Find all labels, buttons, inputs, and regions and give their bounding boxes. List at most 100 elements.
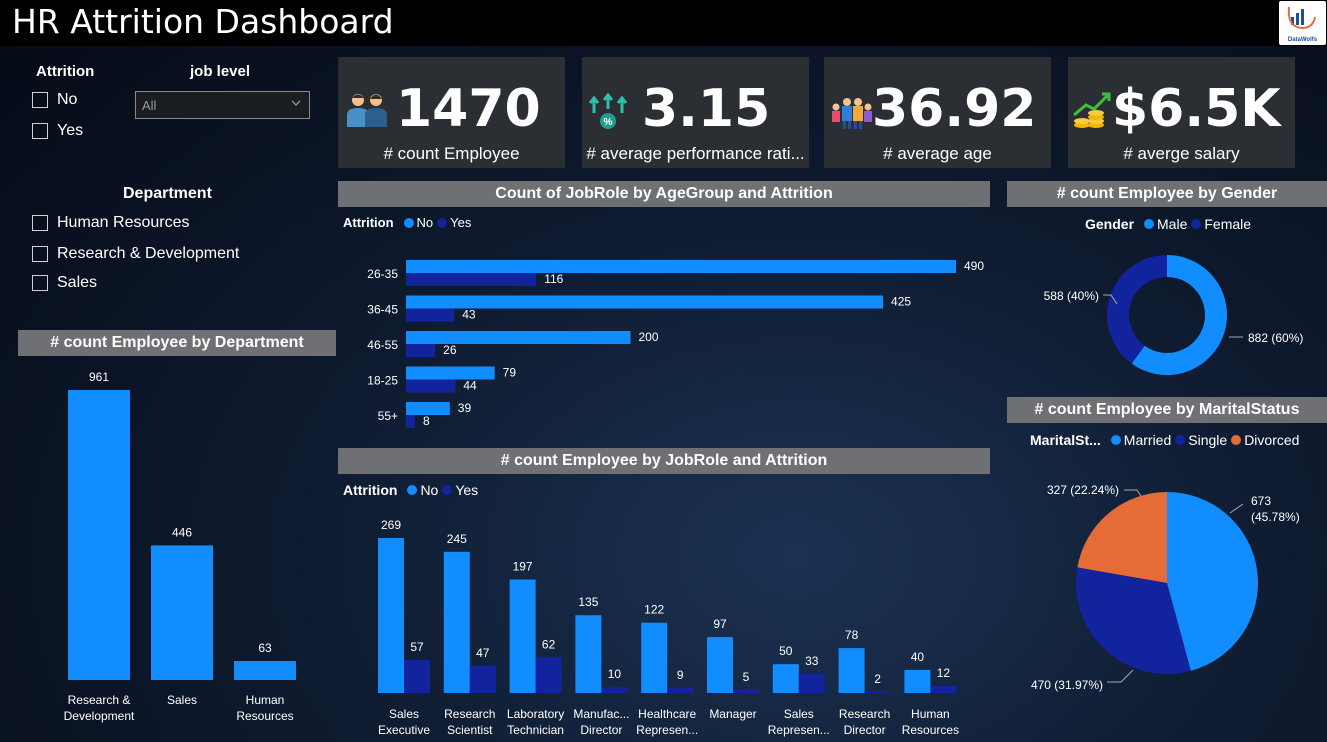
legend-label-yes: Yes [455, 482, 479, 498]
age-data-label: 43 [462, 308, 476, 322]
jobrole-data-label: 50 [779, 644, 793, 658]
legend-label-married: Married [1123, 432, 1172, 448]
jobrole-data-label: 9 [677, 668, 684, 682]
department-option-hr[interactable]: Human Resources [32, 214, 190, 232]
jobrole-bar-no [772, 664, 799, 693]
jobrole-category-label: Represen... [636, 723, 698, 737]
gender-chart-header: # count Employee by Gender [1007, 181, 1327, 207]
leader-line [1124, 489, 1142, 497]
department-option-label: Research & Development [57, 245, 240, 262]
jobrole-bar-no [575, 615, 602, 693]
age-chart-legend: Attrition No Yes [343, 215, 471, 230]
checkbox[interactable] [32, 123, 48, 139]
age-category-label: 26-35 [367, 267, 398, 281]
jobrole-category-label: Manager [709, 707, 756, 721]
attrition-slicer-title: Attrition [36, 63, 95, 80]
marital-chart-header: # count Employee by MaritalStatus [1007, 397, 1327, 423]
age-bar-no [406, 295, 884, 309]
dept-category-label: Research & [68, 693, 131, 707]
jobrole-category-label: Sales [389, 707, 419, 721]
jobrole-bar-yes [535, 657, 562, 693]
age-bar-yes [406, 415, 415, 428]
age-data-label: 8 [423, 414, 430, 428]
legend-title: Gender [1085, 216, 1135, 232]
agegroup-bar-chart: 26-35 490 116 36-45 425 43 46-55 200 26 18-25 79 44… [367, 259, 984, 428]
job-level-dropdown[interactable]: All [135, 91, 310, 119]
kpi-label: # average age [883, 144, 992, 163]
leader-line [1107, 669, 1134, 683]
attrition-option-no[interactable]: No [32, 91, 77, 109]
jobrole-data-label: 5 [743, 670, 750, 684]
marital-pie-chart: 673 (45.78%) 470 (31.97%) 327 (22.24%) [1031, 483, 1300, 692]
kpi-value: 3.15 [642, 79, 771, 139]
department-bar-chart: 961 Research & Development 446 Sales 63 Human R… [64, 370, 296, 723]
department-slicer-title: Department [123, 185, 212, 202]
jobrole-data-label: 12 [937, 666, 951, 680]
jobrole-data-label: 135 [578, 595, 598, 609]
jobrole-data-label: 2 [874, 672, 881, 686]
kpi-card-performance-rating: % 3.15 # average performance rati... [582, 57, 809, 168]
legend-title: Attrition [343, 215, 394, 230]
growth-arrows-icon: % [588, 93, 628, 129]
kpi-label: # count Employee [383, 144, 520, 163]
dept-category-label: Resources [236, 709, 293, 723]
checkbox[interactable] [32, 275, 48, 291]
jobrole-bar-no [641, 622, 668, 693]
legend-label-yes: Yes [450, 215, 472, 230]
dept-bar [151, 545, 213, 680]
jobrole-bar-yes [864, 691, 891, 693]
age-bar-yes [406, 273, 537, 286]
jobrole-data-label: 62 [542, 637, 556, 651]
checkbox[interactable] [32, 92, 48, 108]
age-bar-no [406, 260, 956, 273]
legend-label-single: Single [1188, 432, 1228, 448]
checkbox[interactable] [32, 215, 48, 231]
age-bar-yes [406, 344, 436, 357]
age-bar-no [406, 366, 495, 380]
jobrole-data-label: 57 [410, 640, 424, 654]
attrition-option-yes[interactable]: Yes [32, 122, 83, 140]
jobrole-data-label: 122 [644, 603, 664, 617]
age-category-label: 46-55 [367, 338, 398, 352]
age-data-label: 26 [443, 343, 457, 357]
jobrole-bar-no [443, 551, 470, 693]
people-icon [347, 94, 387, 127]
age-data-label: 116 [544, 272, 563, 286]
jobrole-bar-yes [469, 665, 496, 693]
jobrole-bar-no [378, 538, 404, 693]
gender-slice [1107, 255, 1167, 364]
checkbox[interactable] [32, 246, 48, 262]
attrition-option-label: Yes [57, 122, 84, 139]
jobrole-data-label: 245 [447, 532, 467, 546]
legend-label-male: Male [1157, 216, 1188, 232]
jobrole-bar-no [707, 637, 733, 693]
chevron-down-icon [291, 100, 301, 106]
department-option-label: Sales [57, 274, 98, 291]
jobrole-data-label: 33 [805, 654, 819, 668]
age-data-label: 200 [638, 330, 658, 344]
department-option-sales[interactable]: Sales [32, 274, 97, 292]
legend-dot-single [1175, 435, 1186, 445]
jobrole-chart-legend: Attrition No Yes [343, 482, 478, 498]
jobrole-category-label: Technician [507, 723, 564, 737]
legend-dot-married [1110, 435, 1121, 445]
legend-title: Attrition [343, 482, 398, 498]
legend-label-divorced: Divorced [1244, 432, 1300, 448]
marital-data-label: (45.78%) [1251, 510, 1300, 524]
jobrole-category-label: Scientist [447, 723, 493, 737]
legend-title: MaritalSt... [1030, 432, 1101, 448]
marital-slice [1077, 492, 1167, 583]
age-category-label: 36-45 [367, 303, 398, 317]
jobrole-category-label: Director [580, 723, 622, 737]
legend-dot-yes [442, 485, 453, 495]
brand-logo: DataWolfs [1279, 1, 1326, 45]
jobrole-bar-yes [404, 660, 430, 693]
department-option-rd[interactable]: Research & Development [32, 245, 239, 263]
jobrole-bar-no [838, 648, 865, 693]
legend-dot-no [403, 217, 414, 228]
logo-text: DataWolfs [1287, 37, 1318, 43]
dept-category-label: Development [64, 709, 135, 723]
jobrole-category-label: Healthcare [638, 707, 696, 721]
svg-text:%: % [604, 117, 613, 128]
family-icon [832, 98, 872, 129]
